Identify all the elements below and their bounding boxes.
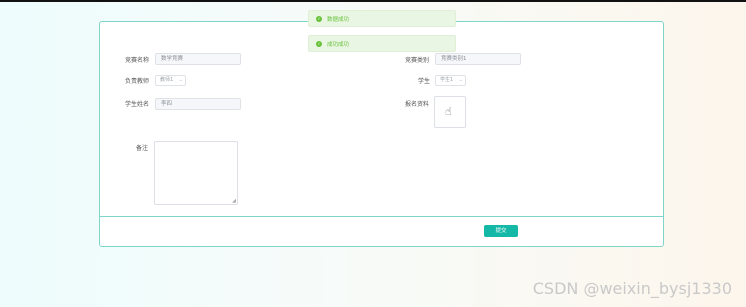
student-name-field[interactable]: 李四	[155, 98, 241, 110]
teacher-select[interactable]: 教师1 ⌄	[155, 75, 186, 86]
student-select-value: 学生1	[440, 77, 454, 83]
competition-name-label: 竞赛名称	[125, 57, 150, 64]
watermark-text: CSDN @weixin_bysj1330	[532, 279, 732, 298]
competition-type-field[interactable]: 竞赛类别1	[435, 53, 521, 65]
check-circle-icon: ✓	[316, 16, 322, 22]
resize-grip-icon[interactable]: ◢	[232, 198, 236, 204]
form-card: 竞赛名称 数学竞赛 竞赛类别 竞赛类别1 负责教师 教师1 ⌄ 学生 学生1 ⌄…	[99, 21, 664, 247]
chevron-down-icon: ⌄	[178, 77, 183, 83]
teacher-label: 负责教师	[125, 78, 150, 85]
competition-name-field[interactable]: 数学竞赛	[155, 53, 241, 65]
toast-message: ✓ 数据成功	[308, 10, 456, 27]
check-circle-icon: ✓	[316, 41, 322, 47]
registration-material-label: 报名资料	[405, 101, 430, 108]
chevron-down-icon: ⌄	[458, 77, 463, 83]
toast-text: 数据成功	[327, 17, 350, 23]
submit-button[interactable]: 提交	[484, 225, 518, 237]
student-name-label: 学生姓名	[125, 101, 150, 108]
student-select[interactable]: 学生1 ⌄	[435, 75, 466, 86]
remark-textarea[interactable]: ◢	[154, 141, 238, 205]
footer-divider	[100, 216, 663, 217]
student-label: 学生	[418, 78, 431, 85]
hand-pointer-icon: ☝	[445, 105, 452, 118]
competition-type-label: 竞赛类别	[405, 57, 430, 64]
remark-label: 备注	[136, 145, 149, 152]
top-bar	[0, 0, 746, 2]
toast-text: 成功成功	[327, 42, 350, 48]
registration-material-upload[interactable]: ☝	[434, 96, 466, 128]
teacher-select-value: 教师1	[160, 77, 174, 83]
toast-message: ✓ 成功成功	[308, 35, 456, 52]
